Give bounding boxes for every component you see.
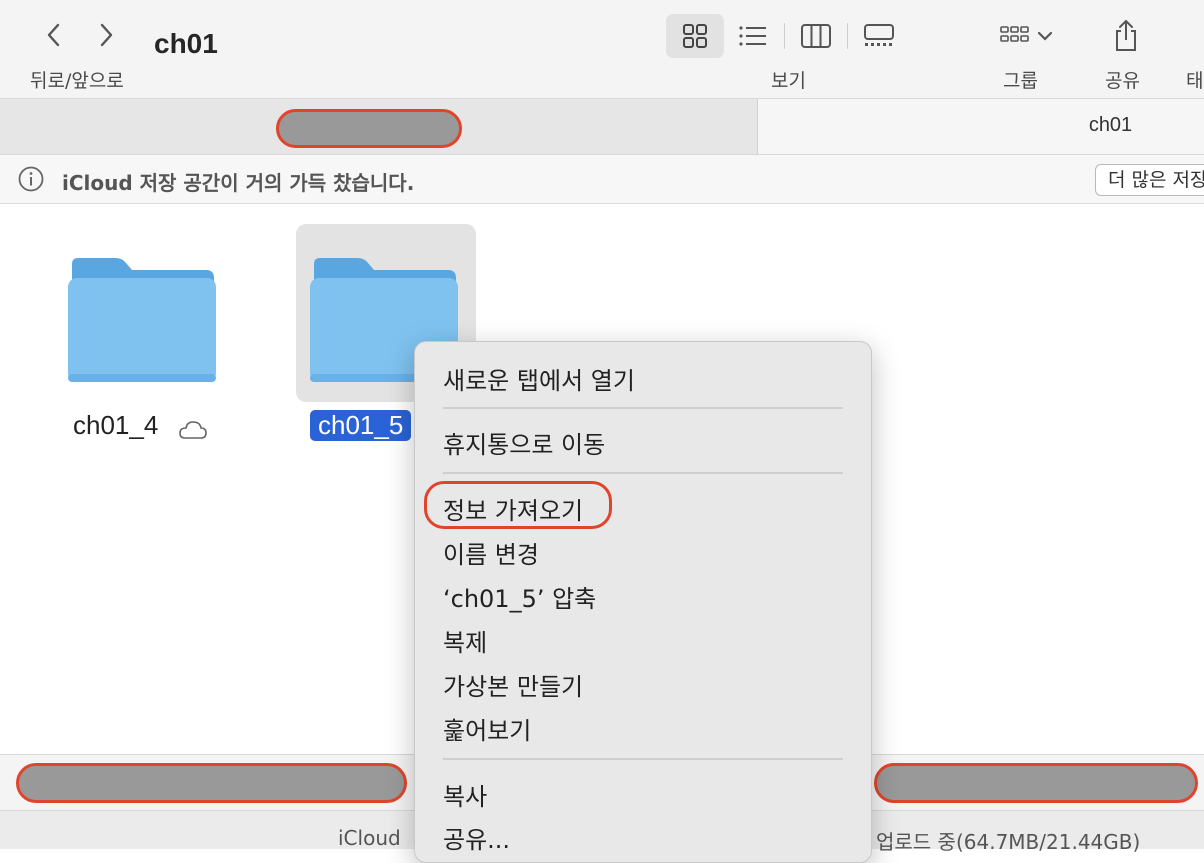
menu-move-to-trash[interactable]: 휴지통으로 이동	[443, 425, 605, 460]
view-label: 보기	[771, 70, 806, 92]
menu-rename[interactable]: 이름 변경	[443, 535, 539, 570]
menu-duplicate[interactable]: 복제	[443, 623, 487, 658]
chevron-right-icon	[100, 23, 113, 47]
group-label: 그룹	[1003, 70, 1038, 92]
divider	[847, 23, 848, 49]
redacted-path-right	[874, 763, 1198, 803]
annotation-circle	[424, 481, 612, 529]
view-switcher	[666, 14, 908, 58]
tab-1[interactable]	[0, 99, 758, 154]
nav-label: 뒤로/앞으로	[30, 70, 124, 92]
more-storage-button[interactable]: 더 많은 저장	[1095, 164, 1204, 196]
item-label-selected: ch01_5	[310, 410, 412, 441]
view-columns-button[interactable]	[787, 14, 845, 58]
gallery-view-icon	[864, 24, 894, 46]
menu-open-new-tab[interactable]: 새로운 탭에서 열기	[443, 361, 635, 396]
divider	[784, 23, 785, 49]
menu-make-alias[interactable]: 가상본 만들기	[443, 667, 583, 702]
status-left: iCloud	[338, 826, 401, 850]
view-icons-button[interactable]	[666, 14, 724, 58]
upload-status: 업로드 중(64.7MB/21.44GB)	[876, 830, 1141, 854]
tab-ch01[interactable]: ch01	[758, 99, 1204, 154]
grid-view-icon	[683, 24, 707, 48]
back-button[interactable]	[40, 20, 68, 50]
share-button[interactable]	[1104, 14, 1148, 58]
cloud-icon	[179, 421, 207, 439]
menu-share[interactable]: 공유...	[443, 820, 510, 855]
banner-text: iCloud 저장 공간이 거의 가득 찼습니다.	[62, 171, 415, 195]
forward-button[interactable]	[92, 20, 120, 50]
menu-separator	[443, 407, 843, 409]
column-view-icon	[801, 24, 831, 48]
redacted-path-left	[16, 763, 407, 803]
menu-separator	[443, 472, 843, 474]
tag-label: 태	[1186, 70, 1204, 92]
menu-compress[interactable]: ‘ch01_5’ 압축	[443, 579, 596, 614]
view-list-button[interactable]	[724, 14, 782, 58]
folder-icon	[68, 258, 216, 382]
tab-label: ch01	[1088, 114, 1133, 136]
menu-quick-look[interactable]: 훑어보기	[443, 711, 531, 746]
tab-bar: ch01	[0, 99, 1204, 155]
info-icon	[18, 166, 44, 192]
toolbar: 뒤로/앞으로 ch01 보기 그룹 공유 태	[0, 0, 1204, 99]
redacted-tab-title	[276, 109, 462, 148]
window-title: ch01	[154, 28, 218, 59]
list-view-icon	[739, 26, 766, 46]
menu-separator	[443, 758, 843, 760]
item-label: ch01_4	[73, 410, 159, 440]
share-icon	[1116, 19, 1136, 51]
chevron-left-icon	[47, 23, 60, 47]
share-label: 공유	[1105, 70, 1140, 92]
icloud-banner: iCloud 저장 공간이 거의 가득 찼습니다. 더 많은 저장	[0, 155, 1204, 204]
group-button[interactable]	[990, 14, 1060, 58]
menu-copy[interactable]: 복사	[443, 777, 487, 812]
context-menu: 새로운 탭에서 열기 휴지통으로 이동 정보 가져오기 이름 변경 ‘ch01_…	[414, 341, 872, 863]
view-gallery-button[interactable]	[850, 14, 908, 58]
group-icon	[1000, 26, 1053, 42]
